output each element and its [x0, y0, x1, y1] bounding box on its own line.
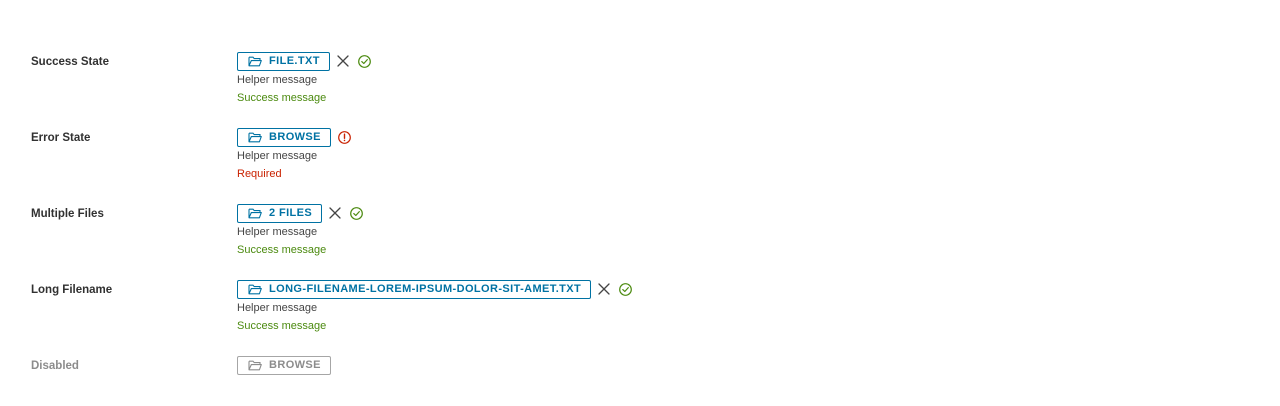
file-input-control: LONG-FILENAME-LOREM-IPSUM-DOLOR-SIT-AMET… [237, 279, 633, 335]
helper-text: Helper message [237, 150, 318, 162]
file-button-label: BROWSE [269, 359, 321, 371]
exclamation-circle-icon [337, 130, 352, 145]
file-button-label: BROWSE [269, 131, 321, 143]
folder-icon [248, 359, 262, 371]
folder-icon [248, 207, 262, 219]
check-circle-icon [357, 54, 372, 69]
file-input-line: BROWSE [237, 355, 331, 375]
field-label: Disabled [31, 360, 79, 372]
success-message: Success message [237, 320, 327, 332]
file-input-line: BROWSE [237, 127, 352, 147]
folder-icon [248, 283, 262, 295]
folder-icon [248, 55, 262, 67]
file-input-control: FILE.TXT Helper message Success message [237, 51, 372, 107]
file-browse-button[interactable]: 2 FILES [237, 203, 323, 223]
file-input-line: LONG-FILENAME-LOREM-IPSUM-DOLOR-SIT-AMET… [237, 279, 633, 299]
success-message: Success message [237, 244, 327, 256]
field-label: Long Filename [31, 284, 113, 296]
file-input-control: 2 FILES Helper message Success message [237, 203, 364, 259]
close-icon[interactable] [336, 54, 350, 68]
file-input-form: Success State FILE.TXT Helper message Su… [0, 0, 1280, 406]
file-input-control: BROWSE [237, 355, 331, 375]
file-browse-button-disabled: BROWSE [237, 355, 331, 375]
check-circle-icon [349, 206, 364, 221]
helper-text: Helper message [237, 74, 318, 86]
field-label: Error State [31, 132, 91, 144]
file-browse-button[interactable]: LONG-FILENAME-LOREM-IPSUM-DOLOR-SIT-AMET… [237, 279, 592, 299]
file-browse-button[interactable]: BROWSE [237, 127, 331, 147]
helper-text: Helper message [237, 302, 318, 314]
check-circle-icon [618, 282, 633, 297]
field-label: Multiple Files [31, 208, 104, 220]
field-label: Success State [31, 56, 109, 68]
helper-text: Helper message [237, 226, 318, 238]
close-icon[interactable] [328, 206, 342, 220]
file-button-label: FILE.TXT [269, 55, 320, 67]
folder-icon [248, 131, 262, 143]
file-input-line: 2 FILES [237, 203, 364, 223]
file-button-label: LONG-FILENAME-LOREM-IPSUM-DOLOR-SIT-AMET… [269, 283, 582, 295]
file-browse-button[interactable]: FILE.TXT [237, 51, 330, 71]
success-message: Success message [237, 92, 327, 104]
file-input-line: FILE.TXT [237, 51, 372, 71]
file-button-label: 2 FILES [269, 207, 313, 219]
error-message: Required [237, 168, 282, 180]
close-icon[interactable] [597, 282, 611, 296]
file-input-control: BROWSE Helper message Required [237, 127, 352, 183]
